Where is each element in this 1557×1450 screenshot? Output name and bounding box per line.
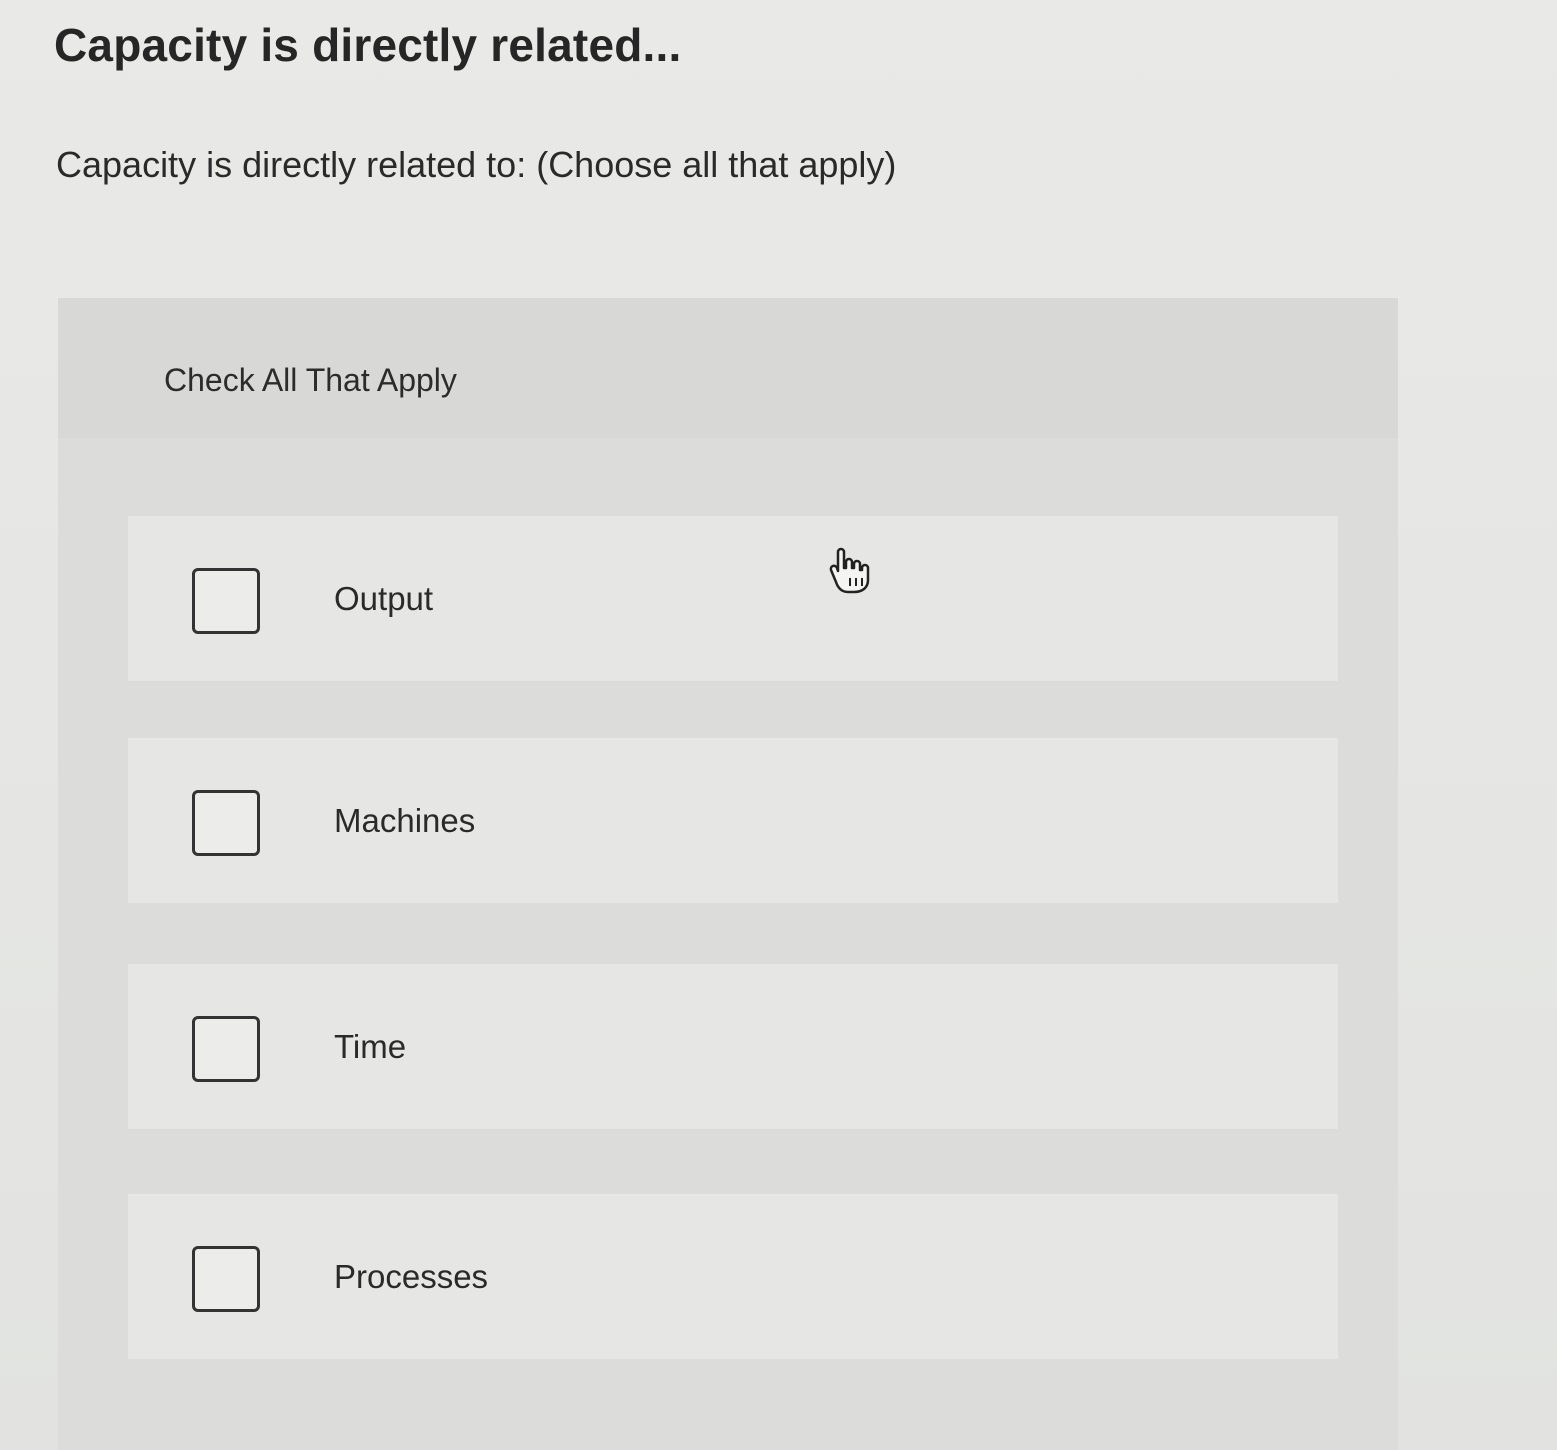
question-prompt: Capacity is directly related to: (Choose… <box>56 144 897 185</box>
panel-header-label: Check All That Apply <box>164 362 457 398</box>
hand-pointer-icon <box>829 547 870 594</box>
option-time[interactable]: Time <box>128 964 1338 1129</box>
option-output[interactable]: Output <box>128 516 1338 681</box>
question-title: Capacity is directly related... <box>54 19 682 71</box>
option-label-time: Time <box>334 1028 407 1065</box>
checkbox-output[interactable] <box>192 568 260 634</box>
option-machines[interactable]: Machines <box>128 738 1338 903</box>
checkbox-machines[interactable] <box>192 790 260 856</box>
option-processes[interactable]: Processes <box>128 1194 1338 1359</box>
option-label-processes: Processes <box>334 1258 489 1295</box>
quiz-page: Capacity is directly related... Capacity… <box>0 0 1557 1450</box>
option-label-output: Output <box>334 580 434 617</box>
option-label-machines: Machines <box>334 802 476 839</box>
answer-panel: Check All That Apply Output Machines Tim… <box>58 298 1398 1450</box>
checkbox-processes[interactable] <box>192 1246 260 1312</box>
panel-header: Check All That Apply <box>58 298 1398 438</box>
checkbox-time[interactable] <box>192 1016 260 1082</box>
